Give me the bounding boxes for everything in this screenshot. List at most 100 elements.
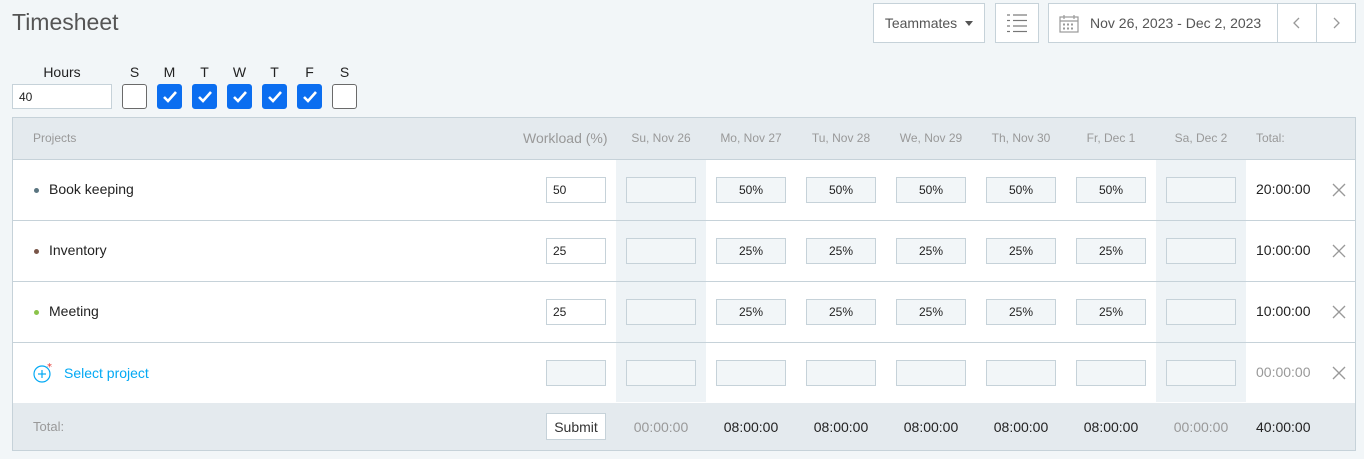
hours-input[interactable] bbox=[12, 84, 112, 109]
svg-text:*: * bbox=[47, 362, 52, 373]
workload-header: Workload (%) bbox=[523, 130, 608, 146]
day-checkbox[interactable] bbox=[122, 84, 147, 109]
day-percent-input[interactable] bbox=[626, 177, 696, 203]
close-icon[interactable] bbox=[1332, 183, 1346, 197]
table-header: Projects Workload (%) Su, Nov 26 Mo, Nov … bbox=[13, 118, 1355, 160]
close-icon[interactable] bbox=[1332, 244, 1346, 258]
new-day-input[interactable] bbox=[806, 360, 876, 386]
teammates-label: Teammates bbox=[884, 15, 958, 31]
day-letter: S bbox=[129, 64, 140, 80]
day-letter: W bbox=[232, 64, 247, 80]
day-percent-input[interactable] bbox=[626, 238, 696, 264]
new-day-input[interactable] bbox=[1166, 360, 1236, 386]
close-icon[interactable] bbox=[1332, 305, 1346, 319]
date-range-text: Nov 26, 2023 - Dec 2, 2023 bbox=[1090, 15, 1262, 31]
project-row: Meeting 10:00:00 bbox=[13, 282, 1355, 343]
day-toggle: S bbox=[122, 64, 147, 109]
day-percent-input[interactable] bbox=[1166, 299, 1236, 325]
project-name: Book keeping bbox=[49, 181, 134, 197]
day-percent-input[interactable] bbox=[1166, 238, 1236, 264]
workload-input[interactable] bbox=[546, 177, 606, 203]
day-percent-input[interactable] bbox=[1076, 299, 1146, 325]
list-view-button[interactable] bbox=[995, 3, 1039, 43]
footer-day-total: 08:00:00 bbox=[1083, 419, 1139, 435]
day-percent-input[interactable] bbox=[986, 238, 1056, 264]
prev-week-button[interactable] bbox=[1277, 4, 1316, 42]
day-percent-input[interactable] bbox=[716, 177, 786, 203]
day-percent-input[interactable] bbox=[986, 177, 1056, 203]
day-header: Mo, Nov 27 bbox=[720, 131, 782, 145]
day-checkbox[interactable] bbox=[227, 84, 252, 109]
project-color-dot bbox=[34, 249, 39, 254]
footer-day-total: 08:00:00 bbox=[993, 419, 1049, 435]
table-footer: Total: Submit 00:00:00 08:00:00 08:00:00 08… bbox=[13, 403, 1355, 450]
checkmark-icon bbox=[197, 90, 212, 103]
project-row: Inventory 10:00:00 bbox=[13, 221, 1355, 282]
day-percent-input[interactable] bbox=[806, 177, 876, 203]
project-row: Book keeping 20:00:00 bbox=[13, 160, 1355, 221]
day-percent-input[interactable] bbox=[806, 299, 876, 325]
day-percent-input[interactable] bbox=[1166, 177, 1236, 203]
day-checkbox[interactable] bbox=[192, 84, 217, 109]
day-toggle: T bbox=[262, 64, 287, 109]
chevron-left-icon bbox=[1293, 17, 1300, 29]
day-letter: S bbox=[339, 64, 350, 80]
workload-input[interactable] bbox=[546, 299, 606, 325]
day-percent-input[interactable] bbox=[1076, 238, 1146, 264]
new-day-input[interactable] bbox=[1076, 360, 1146, 386]
day-toggle: F bbox=[297, 64, 322, 109]
teammates-dropdown[interactable]: Teammates bbox=[873, 3, 985, 43]
date-range-display[interactable]: Nov 26, 2023 - Dec 2, 2023 bbox=[1049, 4, 1277, 42]
day-checkbox[interactable] bbox=[157, 84, 182, 109]
footer-day-total: 00:00:00 bbox=[633, 419, 689, 435]
day-percent-input[interactable] bbox=[716, 238, 786, 264]
footer-day-total: 08:00:00 bbox=[723, 419, 779, 435]
checkmark-icon bbox=[267, 90, 282, 103]
row-total: 20:00:00 bbox=[1256, 181, 1311, 197]
new-day-input[interactable] bbox=[986, 360, 1056, 386]
day-toggle: S bbox=[332, 64, 357, 109]
day-percent-input[interactable] bbox=[896, 177, 966, 203]
select-project-label: Select project bbox=[64, 364, 149, 381]
timesheet-table: Projects Workload (%) Su, Nov 26 Mo, Nov … bbox=[12, 117, 1356, 451]
select-project-button[interactable]: * Select project bbox=[33, 362, 149, 383]
date-range-picker: Nov 26, 2023 - Dec 2, 2023 bbox=[1048, 3, 1356, 43]
workload-input[interactable] bbox=[546, 238, 606, 264]
day-letter: M bbox=[163, 64, 176, 80]
day-percent-input[interactable] bbox=[896, 238, 966, 264]
project-color-dot bbox=[34, 310, 39, 315]
day-percent-input[interactable] bbox=[1076, 177, 1146, 203]
new-day-input[interactable] bbox=[716, 360, 786, 386]
new-workload-input[interactable] bbox=[546, 360, 606, 386]
day-header: Th, Nov 30 bbox=[991, 131, 1051, 145]
day-checkbox[interactable] bbox=[332, 84, 357, 109]
day-percent-input[interactable] bbox=[986, 299, 1056, 325]
day-checkbox[interactable] bbox=[297, 84, 322, 109]
row-total: 10:00:00 bbox=[1256, 242, 1311, 258]
hours-label: Hours bbox=[43, 64, 81, 80]
day-toggle: M bbox=[157, 64, 182, 109]
day-letter: T bbox=[270, 64, 279, 80]
next-week-button[interactable] bbox=[1316, 4, 1355, 42]
day-percent-input[interactable] bbox=[896, 299, 966, 325]
day-letter: T bbox=[200, 64, 209, 80]
day-header: Tu, Nov 28 bbox=[811, 131, 871, 145]
new-day-input[interactable] bbox=[626, 360, 696, 386]
day-letter: F bbox=[305, 64, 314, 80]
footer-day-total: 08:00:00 bbox=[903, 419, 959, 435]
submit-button[interactable]: Submit bbox=[546, 413, 606, 440]
day-checkbox[interactable] bbox=[262, 84, 287, 109]
new-day-input[interactable] bbox=[896, 360, 966, 386]
day-header: Su, Nov 26 bbox=[631, 131, 691, 145]
day-percent-input[interactable] bbox=[806, 238, 876, 264]
project-name: Inventory bbox=[49, 242, 107, 258]
hours-setting: Hours bbox=[12, 64, 112, 109]
add-project-icon: * bbox=[33, 362, 52, 383]
new-project-row: * Select project 00:00:00 bbox=[13, 343, 1355, 404]
day-percent-input[interactable] bbox=[626, 299, 696, 325]
total-header: Total: bbox=[1256, 131, 1285, 145]
day-percent-input[interactable] bbox=[716, 299, 786, 325]
day-header: Fr, Dec 1 bbox=[1086, 131, 1136, 145]
close-icon[interactable] bbox=[1332, 366, 1346, 380]
calendar-icon bbox=[1059, 14, 1079, 33]
